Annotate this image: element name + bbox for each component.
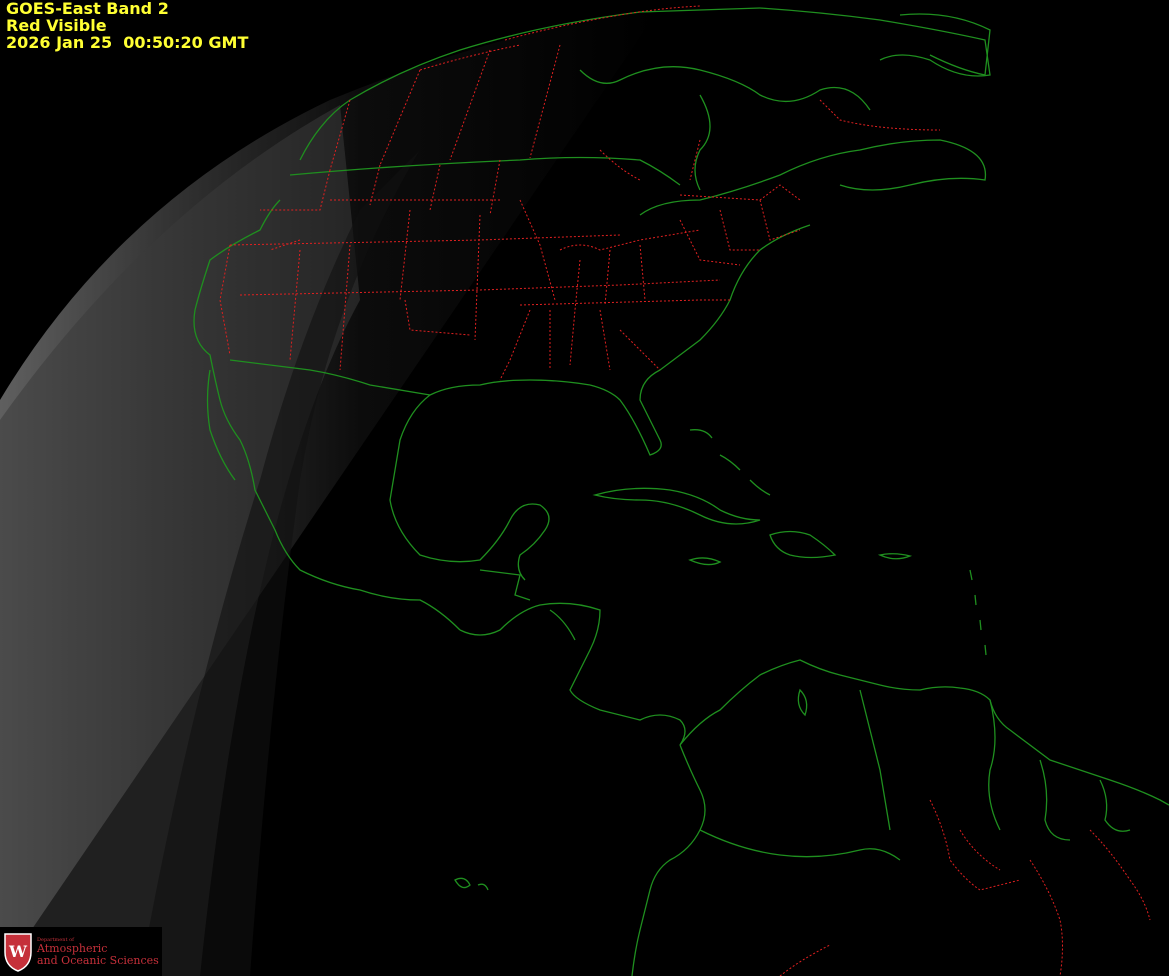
- satellite-map: [0, 0, 1169, 976]
- logo-line1: Atmospheric: [37, 941, 108, 955]
- logo-line2: and Oceanic Sciences: [37, 953, 159, 967]
- satellite-image-viewer: GOES-East Band 2 Red Visible 2026 Jan 25…: [0, 0, 1169, 976]
- caption-timestamp: 2026 Jan 25 00:50:20 GMT: [6, 33, 249, 52]
- caption-band: Red Visible: [6, 16, 107, 35]
- logo-text: Department of Atmospheric and Oceanic Sc…: [37, 937, 159, 967]
- image-caption: GOES-East Band 2 Red Visible 2026 Jan 25…: [6, 0, 248, 51]
- caption-product: GOES-East Band 2: [6, 0, 169, 18]
- uw-shield-icon: W: [4, 932, 32, 972]
- svg-text:W: W: [8, 942, 28, 961]
- aos-logo: W Department of Atmospheric and Oceanic …: [0, 927, 162, 976]
